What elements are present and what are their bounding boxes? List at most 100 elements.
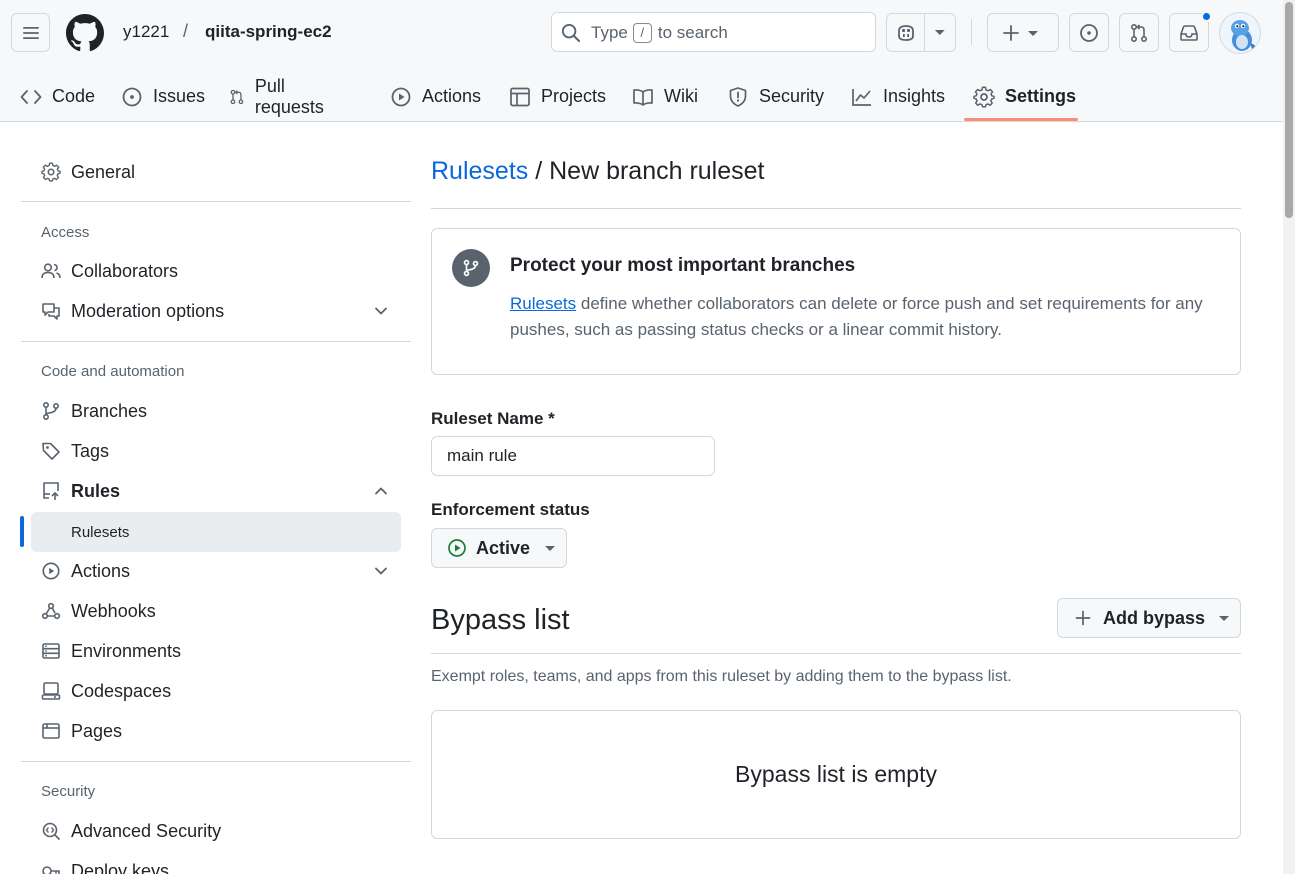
- plus-icon: [1075, 610, 1091, 626]
- tab-label: Actions: [422, 86, 482, 106]
- tab-issues[interactable]: Issues: [121, 71, 205, 122]
- code-icon: [20, 89, 42, 104]
- sidebar-item-label: Webhooks: [71, 600, 156, 621]
- sidebar-item-label: Tags: [71, 440, 110, 461]
- bypass-divider: [431, 653, 1241, 654]
- git-branch-icon: [452, 249, 490, 287]
- table-icon: [510, 87, 530, 106]
- sidebar-heading-security: Security: [41, 783, 96, 800]
- ruleset-name-input[interactable]: main rule: [431, 436, 715, 476]
- sidebar-item-advanced-security[interactable]: Advanced Security: [31, 811, 401, 851]
- menu-button[interactable]: [11, 13, 50, 52]
- active-tab-indicator: [964, 118, 1078, 121]
- repo-push-icon: [43, 482, 59, 500]
- sidebar-item-label: Advanced Security: [71, 820, 222, 841]
- sidebar-item-branches[interactable]: Branches: [31, 391, 401, 431]
- info-callout-text: Rulesets define whether collaborators ca…: [510, 291, 1228, 343]
- tab-label: Issues: [153, 86, 206, 106]
- github-logo-icon[interactable]: [66, 14, 104, 52]
- repo-owner-link[interactable]: y1221: [123, 22, 169, 42]
- sidebar-divider: [21, 201, 411, 202]
- caret-down-icon: [545, 546, 556, 551]
- avatar[interactable]: [1219, 12, 1261, 54]
- page-title-text: New branch ruleset: [549, 157, 765, 185]
- sidebar-item-webhooks[interactable]: Webhooks: [31, 591, 401, 631]
- scrollbar-thumb[interactable]: [1285, 2, 1293, 218]
- active-sidebar-marker: [20, 516, 24, 547]
- sidebar-item-environments[interactable]: Environments: [31, 631, 401, 671]
- info-callout-title: Protect your most important branches: [510, 255, 856, 276]
- sidebar-item-moderation[interactable]: Moderation options: [31, 291, 401, 331]
- sidebar-item-codespaces[interactable]: Codespaces: [31, 671, 401, 711]
- enforcement-status-value: Active: [476, 537, 531, 558]
- codespaces-icon: [41, 682, 61, 700]
- tab-label: Settings: [1005, 86, 1077, 106]
- copilot-icon[interactable]: [887, 14, 926, 51]
- sidebar-item-deploy-keys[interactable]: Deploy keys: [31, 851, 401, 874]
- search-input[interactable]: Type / to search: [551, 12, 876, 52]
- add-bypass-button[interactable]: Add bypass: [1057, 598, 1241, 638]
- issue-opened-icon: [122, 87, 142, 106]
- play-icon: [42, 562, 60, 580]
- copilot-button[interactable]: [886, 13, 956, 52]
- rulesets-breadcrumb-link[interactable]: Rulesets: [431, 157, 528, 185]
- git-branch-icon: [42, 401, 60, 421]
- issues-button[interactable]: [1069, 13, 1109, 52]
- sidebar-item-label: General: [71, 161, 136, 182]
- sidebar-item-general[interactable]: General: [31, 152, 401, 192]
- sidebar-item-pages[interactable]: Pages: [31, 711, 401, 751]
- page-title: Rulesets / New branch ruleset: [431, 157, 765, 186]
- key-icon: [42, 866, 60, 874]
- sidebar-item-rules[interactable]: Rules: [31, 471, 401, 511]
- sidebar-item-actions[interactable]: Actions: [31, 551, 401, 591]
- chevron-down-icon[interactable]: [925, 14, 955, 51]
- tab-label: Wiki: [664, 86, 698, 106]
- tab-label: Security: [759, 86, 825, 106]
- play-icon: [448, 539, 466, 557]
- git-pull-request-icon: [230, 89, 244, 104]
- tab-label: Code: [52, 86, 96, 106]
- tab-label: Projects: [541, 86, 607, 106]
- sidebar-item-tags[interactable]: Tags: [31, 431, 401, 471]
- tab-pull-requests[interactable]: Pull requests: [229, 71, 330, 122]
- book-icon: [633, 88, 653, 106]
- sidebar-item-label: Branches: [71, 400, 148, 421]
- issue-opened-icon: [1080, 23, 1098, 42]
- search-placeholder-suffix: to search: [657, 23, 728, 42]
- tab-actions[interactable]: Actions: [390, 71, 481, 122]
- chevron-down-icon: [375, 307, 387, 315]
- sidebar-item-label: Rules: [71, 480, 121, 501]
- sidebar-item-collaborators[interactable]: Collaborators: [31, 251, 401, 291]
- tab-settings[interactable]: Settings: [973, 71, 1076, 122]
- chevron-up-icon: [375, 487, 387, 495]
- page-scrollbar[interactable]: [1283, 0, 1295, 874]
- sidebar-item-rulesets[interactable]: Rulesets: [31, 512, 401, 552]
- sidebar-divider: [21, 761, 411, 762]
- sidebar-heading-access: Access: [41, 224, 90, 241]
- sidebar-heading-code: Code and automation: [41, 363, 185, 380]
- ruleset-name-label: Ruleset Name *: [431, 409, 555, 428]
- bypass-list-heading: Bypass list: [431, 604, 570, 636]
- tab-security[interactable]: Security: [727, 71, 824, 122]
- codescan-icon: [42, 822, 60, 840]
- graph-icon: [852, 88, 871, 106]
- play-icon: [391, 87, 411, 106]
- bypass-list-empty-state: Bypass list is empty: [431, 710, 1241, 839]
- create-new-button[interactable]: [987, 13, 1059, 52]
- caret-down-icon: [1028, 30, 1038, 36]
- notification-indicator: [1201, 11, 1212, 22]
- tab-wiki[interactable]: Wiki: [632, 71, 698, 122]
- sidebar-item-label: Deploy keys: [71, 860, 170, 874]
- git-pull-request-icon: [1130, 23, 1148, 42]
- pull-requests-button[interactable]: [1119, 13, 1159, 52]
- enforcement-status-dropdown[interactable]: Active: [431, 528, 567, 568]
- tab-projects[interactable]: Projects: [509, 71, 606, 122]
- rulesets-docs-link[interactable]: Rulesets: [510, 294, 576, 313]
- gear-icon: [41, 162, 61, 182]
- info-callout-body: define whether collaborators can delete …: [510, 294, 1203, 339]
- bypass-empty-text: Bypass list is empty: [735, 761, 937, 787]
- enforcement-status-label: Enforcement status: [431, 500, 590, 519]
- tab-code[interactable]: Code: [20, 71, 95, 122]
- repo-name-link[interactable]: qiita-spring-ec2: [205, 22, 332, 42]
- tab-insights[interactable]: Insights: [851, 71, 945, 122]
